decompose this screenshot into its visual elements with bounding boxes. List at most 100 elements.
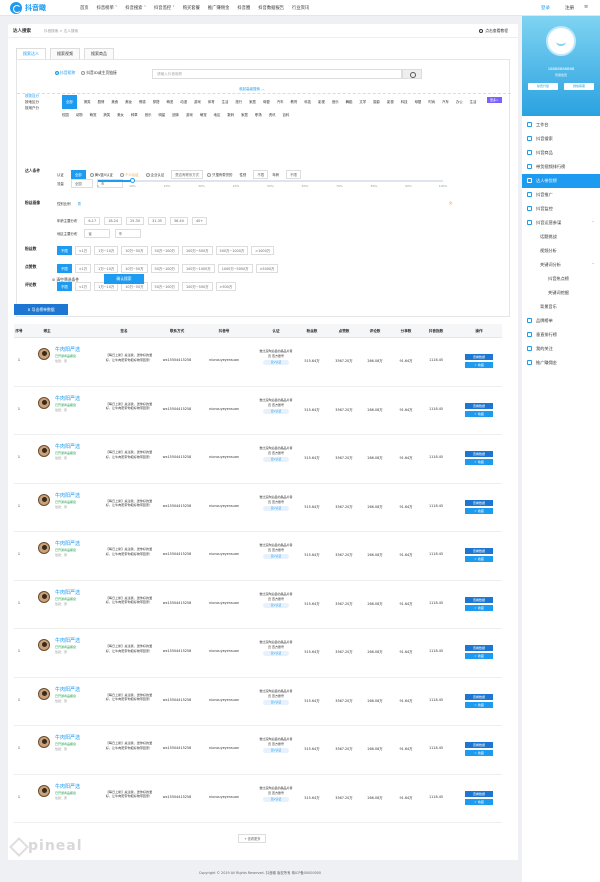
favorite-button[interactable]: ☆ 收藏: [465, 798, 493, 805]
favorite-button[interactable]: ☆ 收藏: [465, 556, 493, 562]
column-header[interactable]: 博主: [43, 329, 50, 334]
register-link[interactable]: 注册: [565, 5, 574, 11]
table-row[interactable]: 1 牛肉阳严选 已开通商品橱窗 性别：男 【每日上新】关注我，送你好的爱好，让牛肉阳带你…: [14, 338, 502, 387]
category-item[interactable]: 游戏: [186, 109, 193, 121]
influencer-name[interactable]: 牛肉阳严选: [55, 734, 80, 741]
view-data-button[interactable]: 查看数据: [465, 354, 493, 360]
fans_count-option[interactable]: <1万: [74, 246, 92, 255]
city-select[interactable]: 市: [114, 229, 141, 238]
influencer-name[interactable]: 牛肉阳严选: [55, 783, 80, 790]
favorite-button[interactable]: ☆ 收藏: [465, 701, 493, 708]
table-row[interactable]: 1 牛肉阳严选 已开通商品橱窗 性别：男 【每日上新】关注我，送你好的爱好，让牛肉阳带你…: [14, 678, 502, 726]
category-item[interactable]: 音乐: [145, 109, 152, 121]
view-data-button[interactable]: 查看数据: [465, 693, 493, 700]
wechat-service-button[interactable]: 微信客服: [564, 83, 594, 90]
comments-option[interactable]: <1万: [74, 282, 92, 291]
category-item[interactable]: 搞笑: [84, 96, 91, 108]
category-item[interactable]: 资讯: [269, 109, 276, 121]
likes-option[interactable]: 1万~10万: [94, 264, 119, 273]
column-header[interactable]: 分享数: [401, 329, 412, 334]
influencer-name[interactable]: 牛肉阳严选: [55, 637, 80, 644]
advanced-search-toggle[interactable]: 收起高级搜索 ︿: [239, 87, 265, 92]
view-data-button[interactable]: 查看数据: [465, 451, 493, 457]
load-more-button[interactable]: + 查看更多: [238, 834, 267, 843]
brand-logo[interactable]: 抖音瞰: [10, 2, 46, 14]
favorite-button[interactable]: ☆ 收藏: [465, 362, 493, 368]
favorite-button[interactable]: ☆ 收藏: [465, 410, 493, 417]
sidebar-item-2[interactable]: 抖音商品: [522, 146, 600, 160]
category-item[interactable]: 家居: [241, 109, 248, 121]
column-header[interactable]: 粉丝数: [307, 329, 318, 334]
table-row[interactable]: 1 牛肉阳严选 已开通商品橱窗 性别：男 【每日上新】关注我，送你好的爱好，让牛肉阳带你…: [14, 435, 502, 484]
category-item[interactable]: 美食: [111, 96, 118, 108]
clear-filters-button[interactable]: ⊘ 清空筛选条件: [52, 277, 79, 283]
category-item[interactable]: 科技: [401, 96, 408, 108]
only-selling-toggle[interactable]: 只搜有带货的: [207, 172, 232, 177]
avatar[interactable]: [38, 396, 50, 409]
view-data-button[interactable]: 查看数据: [465, 548, 493, 554]
category-item[interactable]: 家居: [249, 96, 256, 108]
favorite-button[interactable]: ☆ 收藏: [465, 653, 493, 659]
nav-item-1[interactable]: 抖音榜单 ˅: [97, 5, 118, 11]
favorite-button[interactable]: ☆ 收藏: [465, 750, 493, 756]
search-button[interactable]: [402, 69, 422, 79]
category-item[interactable]: 穿搭: [153, 96, 160, 108]
likes-option[interactable]: 50万~100万: [150, 264, 179, 273]
slider-handle[interactable]: [130, 178, 135, 183]
sidebar-item-9[interactable]: 视频分析: [522, 244, 600, 258]
likes-option[interactable]: >5000万: [255, 264, 279, 273]
category-item[interactable]: 音乐: [332, 96, 339, 108]
nav-item-6[interactable]: 抖音圈: [237, 5, 250, 11]
sidebar-item-7[interactable]: 抖音运营参谋 ˅: [522, 216, 600, 230]
likes-option[interactable]: 10万~50万: [121, 264, 148, 273]
column-header[interactable]: 认证: [272, 329, 279, 334]
fans_count-option[interactable]: 50万~100万: [150, 246, 179, 255]
sidebar-item-8[interactable]: 话题挑战: [522, 230, 600, 244]
sidebar-item-13[interactable]: 背景音乐: [522, 300, 600, 314]
category-item[interactable]: 生活: [222, 96, 229, 108]
category-item[interactable]: 科技: [304, 96, 311, 108]
category-item[interactable]: 萌宠: [166, 96, 173, 108]
category-item[interactable]: 职场: [255, 109, 262, 121]
auth-option-personal[interactable]: 个人认证: [120, 172, 139, 177]
influencer-name[interactable]: 牛肉阳严选: [55, 346, 80, 353]
category-item[interactable]: 萌宠: [90, 109, 97, 121]
likes-option[interactable]: 不限: [57, 264, 72, 273]
category-more-button[interactable]: 更多>: [487, 97, 502, 103]
category-item[interactable]: 汽车: [277, 96, 284, 108]
login-link[interactable]: 登录: [541, 5, 550, 11]
avatar[interactable]: [38, 542, 50, 554]
category-item[interactable]: 摄影: [373, 96, 380, 108]
column-header[interactable]: 签名: [120, 329, 127, 334]
table-row[interactable]: 1 牛肉阳严选 已开通商品橱窗 性别：男 【每日上新】关注我，送你好的爱好，让牛肉阳带你…: [14, 581, 502, 629]
table-row[interactable]: 1 牛肉阳严选 已开通商品橱窗 性别：男 【每日上新】关注我，送你好的爱好，让牛肉阳带你…: [14, 726, 502, 775]
favorite-button[interactable]: ☆ 收藏: [465, 459, 493, 465]
avatar[interactable]: [38, 348, 50, 360]
column-header[interactable]: 序号: [15, 329, 22, 334]
sidebar-item-15[interactable]: 垂直排行榜: [522, 328, 600, 342]
gender-select[interactable]: 不限: [253, 170, 269, 179]
table-row[interactable]: 1 牛肉阳严选 已开通商品橱窗 性别：男 【每日上新】关注我，送你好的爱好，让牛肉阳带你…: [14, 629, 502, 678]
nav-item-8[interactable]: 行业资讯: [292, 5, 309, 11]
age-option[interactable]: 18-24: [104, 217, 123, 225]
fans_count-option[interactable]: >1000万: [251, 246, 275, 255]
comments-option[interactable]: >500万: [215, 282, 237, 291]
sidebar-item-1[interactable]: 抖音搜索: [522, 132, 600, 146]
category-item[interactable]: 搞笑: [103, 109, 110, 121]
category-item[interactable]: 动漫: [180, 96, 187, 108]
sidebar-item-16[interactable]: 我的关注: [522, 342, 600, 356]
column-header[interactable]: 评论数: [370, 329, 381, 334]
category-item[interactable]: 萌宠: [200, 109, 207, 121]
column-header[interactable]: 操作: [475, 329, 482, 334]
avatar[interactable]: [38, 493, 50, 506]
category-item[interactable]: 情感: [139, 96, 146, 108]
avatar[interactable]: [38, 736, 50, 748]
view-data-button[interactable]: 查看数据: [465, 742, 493, 748]
nav-item-2[interactable]: 抖音搜索 ˅: [125, 5, 146, 11]
sidebar-item-10[interactable]: 关键词分析 ˅: [522, 258, 600, 272]
influencer-name[interactable]: 牛肉阳严选: [55, 686, 80, 693]
influencer-name[interactable]: 牛肉阳严选: [55, 492, 80, 499]
age-option[interactable]: 25-30: [126, 217, 144, 225]
age-option[interactable]: 6-17: [84, 217, 101, 225]
category-item[interactable]: 生活: [470, 96, 477, 108]
